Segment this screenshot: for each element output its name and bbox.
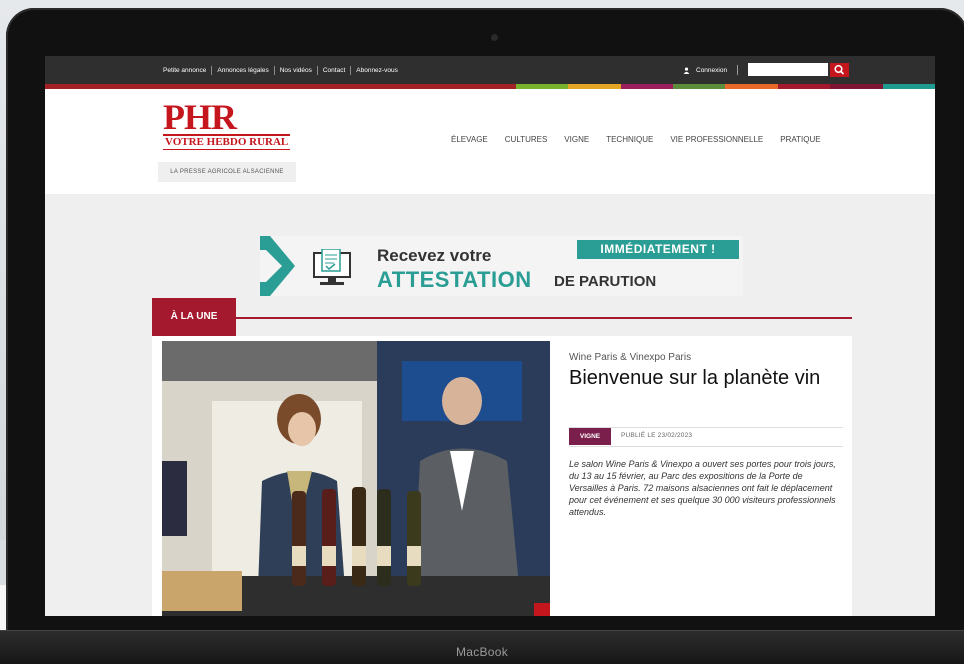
login-link[interactable]: Connexion <box>683 65 739 75</box>
link-petite-annonce[interactable]: Petite annonce <box>158 66 213 75</box>
ad-banner[interactable]: IMMÉDIATEMENT ! Recevez votre ATTESTATIO… <box>260 236 743 296</box>
article-summary: Le salon Wine Paris & Vinexpo a ouvert s… <box>569 459 836 517</box>
section-divider <box>152 317 852 319</box>
device-label: MacBook <box>455 645 509 659</box>
logo-subtitle: VOTRE HEBDO RURAL <box>163 134 291 150</box>
nav-pratique[interactable]: PRATIQUE <box>780 135 820 144</box>
category-badge[interactable]: VIGNE <box>569 428 611 445</box>
nav-cultures[interactable]: CULTURES <box>505 135 548 144</box>
ad-headline: Recevez votre <box>377 246 492 265</box>
article-headline[interactable]: Bienvenue sur la planète vin <box>569 368 839 389</box>
nav-vigne[interactable]: VIGNE <box>564 135 589 144</box>
wine-fair-photo <box>162 341 550 616</box>
divider <box>737 65 739 75</box>
search-input[interactable] <box>748 63 828 76</box>
ad-attestation: ATTESTATION <box>377 267 532 292</box>
utility-bar: Petite annonce Annonces légales Nos vidé… <box>45 56 935 84</box>
main-nav: ÉLEVAGE CULTURES VIGNE TECHNIQUE VIE PRO… <box>451 135 821 144</box>
monitor-document-icon <box>313 249 351 285</box>
ad-parution: DE PARUTION <box>554 273 657 290</box>
article-photo[interactable] <box>162 341 550 616</box>
link-contact[interactable]: Contact <box>318 66 352 75</box>
arrow-icon <box>260 236 295 296</box>
nav-technique[interactable]: TECHNIQUE <box>606 135 653 144</box>
site-header: PHR VOTRE HEBDO RURAL LA PRESSE AGRICOLE… <box>45 89 935 194</box>
user-icon <box>683 66 690 74</box>
link-abonnez-vous[interactable]: Abonnez-vous <box>351 66 403 75</box>
logo[interactable]: PHR <box>163 99 237 135</box>
article-kicker: Wine Paris & Vinexpo Paris <box>569 352 692 363</box>
ad-badge: IMMÉDIATEMENT ! <box>577 240 739 259</box>
search-button[interactable] <box>830 63 849 77</box>
search-icon <box>834 64 845 75</box>
link-nos-videos[interactable]: Nos vidéos <box>275 66 318 75</box>
publication-date: PUBLIÉ LE 23/02/2023 <box>621 432 693 439</box>
section-tab-a-la-une: À LA UNE <box>152 298 236 336</box>
login-label: Connexion <box>696 66 728 74</box>
browser-screen: Petite annonce Annonces légales Nos vidé… <box>45 56 935 616</box>
utility-links: Petite annonce Annonces légales Nos vidé… <box>158 66 403 75</box>
link-annonces-legales[interactable]: Annonces légales <box>212 66 275 75</box>
divider <box>569 446 843 447</box>
camera-icon <box>491 34 498 41</box>
nav-elevage[interactable]: ÉLEVAGE <box>451 135 488 144</box>
nav-vie-professionnelle[interactable]: VIE PROFESSIONNELLE <box>670 135 763 144</box>
tagline: LA PRESSE AGRICOLE ALSACIENNE <box>158 162 296 182</box>
